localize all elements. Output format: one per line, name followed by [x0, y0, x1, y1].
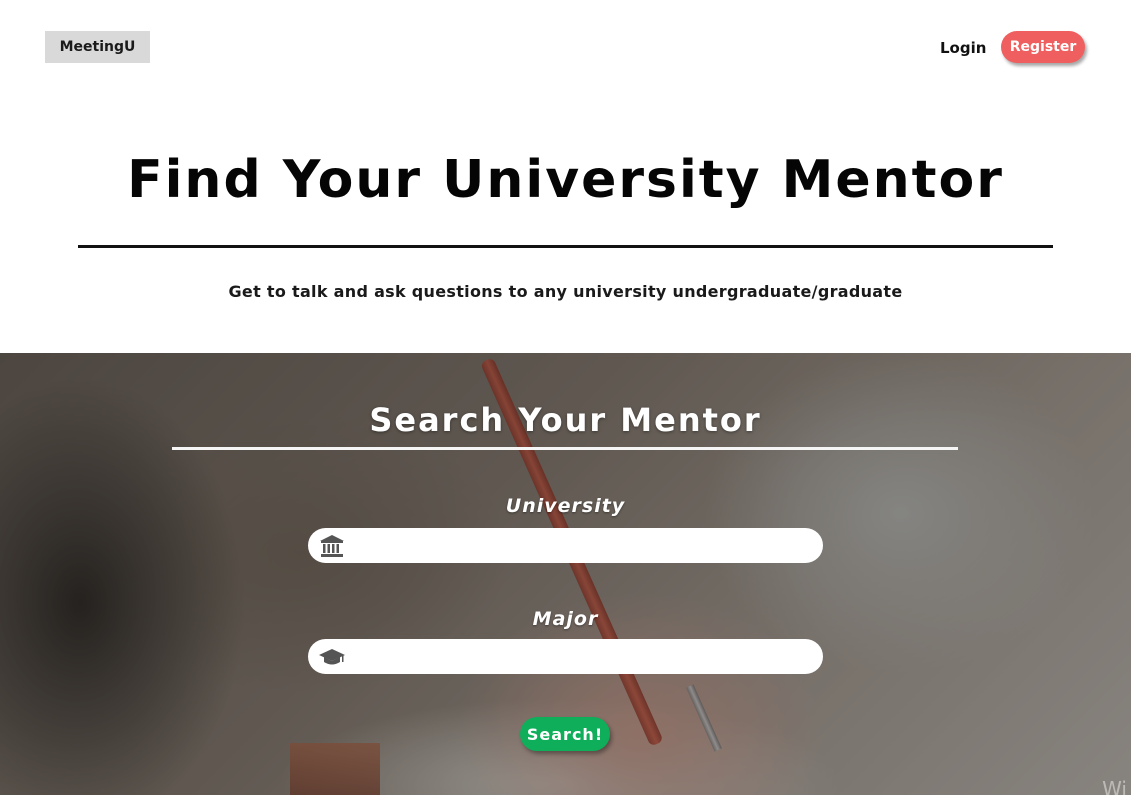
- search-divider: [172, 447, 958, 450]
- watermark-text: Wi: [1102, 777, 1127, 795]
- university-icon: [312, 528, 352, 563]
- title-divider: [78, 245, 1053, 248]
- university-field[interactable]: [308, 528, 823, 563]
- major-field[interactable]: [308, 639, 823, 674]
- major-label: Major: [532, 608, 599, 630]
- university-input[interactable]: [352, 530, 823, 561]
- university-label: University: [505, 495, 626, 517]
- search-button[interactable]: Search!: [520, 717, 610, 751]
- graduation-cap-icon: [312, 639, 352, 674]
- logo[interactable]: MeetingU: [45, 31, 150, 63]
- search-title: Search Your Mentor: [369, 401, 762, 439]
- search-section: Search Your Mentor University Major Sear…: [0, 353, 1131, 795]
- page-title: Find Your University Mentor: [127, 150, 1004, 210]
- register-button[interactable]: Register: [1001, 31, 1085, 63]
- page-subtitle: Get to talk and ask questions to any uni…: [228, 282, 903, 301]
- login-link[interactable]: Login: [940, 36, 986, 60]
- major-input[interactable]: [352, 641, 823, 672]
